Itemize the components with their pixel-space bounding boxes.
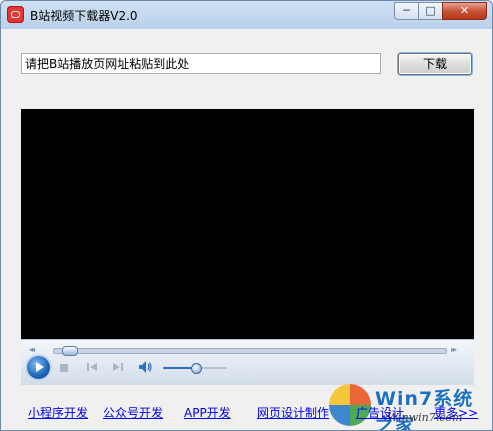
window-title: B站视频下载器V2.0	[30, 9, 138, 23]
title-bar[interactable]: B站视频下载器V2.0 ─ □ ✕	[1, 1, 492, 29]
link-more[interactable]: 更多>>	[434, 404, 478, 421]
close-button[interactable]: ✕	[442, 2, 487, 20]
link-official-account[interactable]: 公众号开发	[103, 404, 163, 421]
link-app-dev[interactable]: APP开发	[184, 404, 231, 421]
next-icon[interactable]	[112, 361, 124, 373]
close-icon: ✕	[459, 4, 470, 17]
app-icon	[7, 6, 24, 23]
url-input[interactable]	[21, 53, 381, 74]
volume-slider[interactable]	[163, 363, 227, 374]
main-window: B站视频下载器V2.0 ─ □ ✕ 下载 ◂◂ ▸▸	[0, 0, 493, 431]
previous-icon[interactable]	[86, 361, 98, 373]
player-controls: ◂◂ ▸▸	[21, 339, 474, 385]
seek-thumb[interactable]	[62, 346, 78, 356]
seek-forward-arrow-icon[interactable]: ▸▸	[451, 345, 457, 354]
volume-thumb[interactable]	[191, 363, 202, 374]
media-player: ◂◂ ▸▸	[21, 109, 474, 385]
maximize-button[interactable]: □	[418, 2, 443, 20]
link-mini-program[interactable]: 小程序开发	[28, 404, 88, 421]
download-button[interactable]: 下载	[398, 53, 472, 75]
stop-icon[interactable]	[60, 364, 68, 372]
seek-bar[interactable]	[53, 346, 447, 356]
minimize-button[interactable]: ─	[394, 2, 419, 20]
maximize-icon: □	[425, 4, 436, 17]
link-ad-design[interactable]: 广告设计	[356, 404, 404, 421]
seek-back-arrow-icon[interactable]: ◂◂	[29, 345, 35, 354]
volume-icon[interactable]	[138, 360, 152, 374]
minimize-icon: ─	[403, 4, 410, 17]
play-button[interactable]	[27, 356, 50, 379]
link-web-design[interactable]: 网页设计制作	[257, 404, 329, 421]
video-area[interactable]	[21, 109, 474, 339]
